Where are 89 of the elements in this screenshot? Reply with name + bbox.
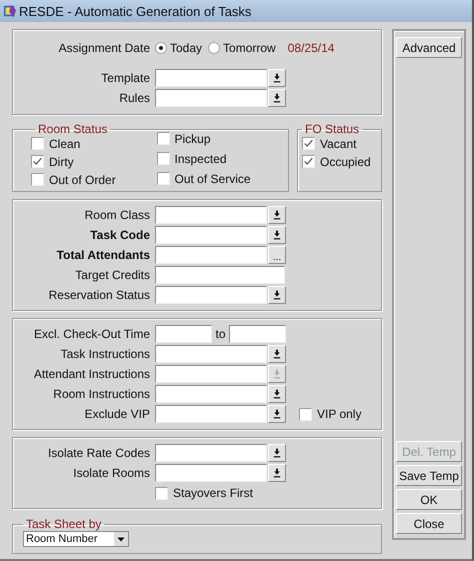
checkbox-label: Clean	[49, 136, 80, 150]
checkbox[interactable]	[31, 137, 44, 150]
field-label: Template	[100, 71, 150, 85]
checkbox[interactable]	[155, 486, 168, 500]
side-button[interactable]: Advanced	[396, 37, 462, 58]
checkbox[interactable]	[156, 152, 170, 165]
field-label: Isolate Rate Codes	[46, 446, 150, 460]
dropdown-button[interactable]	[268, 385, 286, 403]
field-label: Room Class	[84, 208, 150, 222]
field-label: Excl. Check-Out Time	[32, 327, 150, 341]
radio-option[interactable]: Tomorrow	[208, 41, 276, 55]
checkbox-label: Stayovers First	[173, 486, 254, 500]
dropdown-button[interactable]	[268, 286, 286, 304]
field-label: Exclude VIP	[84, 407, 150, 421]
input-field[interactable]	[155, 444, 267, 462]
input-field[interactable]	[155, 345, 267, 363]
download-arrow-icon	[273, 369, 281, 379]
download-arrow-icon	[273, 448, 281, 458]
app-icon	[3, 4, 17, 18]
download-arrow-icon	[273, 409, 281, 419]
dropdown-button[interactable]	[268, 444, 286, 462]
dropdown-button[interactable]	[268, 89, 286, 107]
field-label: Target Credits	[74, 268, 150, 282]
dropdown-button[interactable]	[268, 226, 286, 244]
dropdown-button[interactable]	[268, 69, 286, 87]
input-field[interactable]	[155, 405, 267, 423]
range-separator: to	[214, 327, 226, 341]
checkbox[interactable]	[302, 155, 315, 168]
field-label: Rules	[118, 91, 150, 105]
group-title: Task Sheet by	[25, 517, 102, 531]
input-field[interactable]	[155, 206, 267, 224]
checkbox-label: VIP only	[317, 407, 362, 421]
input-field[interactable]	[155, 69, 267, 87]
checkbox-label: Inspected	[174, 152, 227, 166]
field-label: Room Instructions	[52, 387, 150, 401]
lookup-button[interactable]: ...	[268, 246, 286, 264]
checkbox[interactable]	[156, 132, 170, 145]
checkbox[interactable]	[302, 137, 315, 150]
download-arrow-icon	[273, 389, 281, 399]
checkbox[interactable]	[31, 173, 44, 186]
time-to-field[interactable]	[229, 325, 286, 343]
checkbox-label: Out of Order	[49, 172, 116, 186]
download-arrow-icon	[273, 349, 281, 359]
radio-option[interactable]: Today	[155, 41, 202, 55]
checkbox[interactable]	[299, 408, 312, 420]
field-label: Total Attendants	[56, 248, 150, 262]
input-field[interactable]	[155, 89, 267, 107]
radio-button[interactable]	[208, 42, 220, 54]
download-arrow-icon	[273, 468, 281, 478]
group-title: Room Status	[37, 122, 108, 136]
dropdown-button[interactable]	[268, 405, 286, 423]
download-arrow-icon	[273, 290, 281, 300]
caret-down-icon	[114, 532, 128, 546]
radio-button[interactable]	[155, 42, 167, 54]
input-field[interactable]	[155, 464, 267, 482]
date-text: 08/25/14	[288, 41, 334, 55]
field-label: Task Instructions	[60, 347, 150, 361]
checkbox[interactable]	[31, 155, 44, 168]
input-field[interactable]	[155, 226, 267, 244]
input-field[interactable]	[155, 365, 267, 383]
input-field[interactable]	[155, 266, 285, 284]
download-arrow-icon	[273, 73, 281, 83]
download-arrow-icon	[273, 210, 281, 220]
dropdown-button[interactable]	[268, 345, 286, 363]
download-arrow-icon	[273, 230, 281, 240]
input-field[interactable]	[155, 385, 267, 403]
side-button[interactable]: Close	[396, 513, 462, 534]
field-label: Task Code	[89, 228, 150, 242]
field-label: Assignment Date	[58, 41, 150, 55]
checkbox[interactable]	[156, 172, 170, 185]
download-arrow-icon	[273, 93, 281, 103]
window-title: RESDE - Automatic Generation of Tasks	[19, 4, 252, 18]
side-button[interactable]: OK	[396, 489, 462, 510]
field-label: Reservation Status	[48, 288, 150, 302]
checkbox-label: Vacant	[320, 136, 356, 150]
checkbox-label: Dirty	[49, 154, 74, 168]
dropdown-button[interactable]	[268, 464, 286, 482]
time-from-field[interactable]	[155, 325, 212, 343]
field-label: Attendant Instructions	[32, 367, 150, 381]
group-title: FO Status	[304, 122, 360, 136]
input-field[interactable]	[155, 246, 267, 264]
checkbox-label: Out of Service	[174, 172, 251, 186]
combo-box[interactable]: Room Number	[23, 531, 129, 547]
dropdown-button[interactable]	[268, 206, 286, 224]
checkbox-label: Occupied	[320, 154, 371, 168]
input-field[interactable]	[155, 286, 267, 304]
checkbox-label: Pickup	[174, 132, 211, 146]
side-button[interactable]: Save Temp	[396, 465, 462, 486]
field-label: Isolate Rooms	[72, 466, 150, 480]
